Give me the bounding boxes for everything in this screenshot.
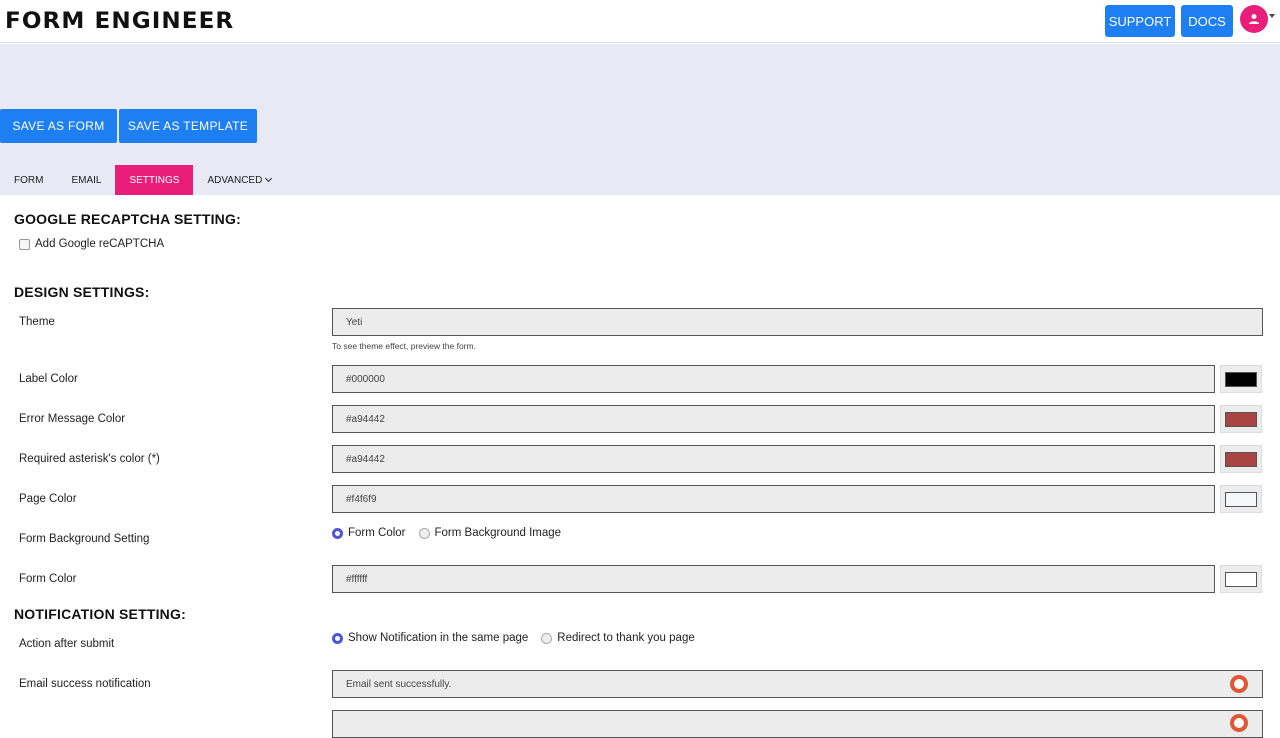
action-option-same-page-label: Show Notification in the same page [348,632,529,644]
form-color-picker[interactable] [1220,565,1262,593]
action-after-submit-radio-group: Show Notification in the same page Redir… [332,632,708,644]
action-option-redirect[interactable]: Redirect to thank you page [541,632,695,644]
next-notification-input[interactable] [332,710,1263,738]
background-setting-label: Form Background Setting [19,533,150,545]
save-as-template-button[interactable]: SAVE AS TEMPLATE [119,109,257,143]
action-option-same-page[interactable]: Show Notification in the same page [332,632,528,644]
label-color-swatch [1225,371,1257,387]
theme-label: Theme [19,316,55,328]
asterisk-color-swatch [1225,451,1257,467]
user-menu-caret-icon[interactable] [1269,14,1275,18]
tab-advanced-label: ADVANCED [207,174,263,186]
asterisk-color-picker[interactable] [1220,445,1262,473]
recaptcha-section-title: GOOGLE RECAPTCHA SETTING: [14,211,241,227]
radio-selected[interactable] [332,527,343,539]
background-option-image-label: Form Background Image [434,527,562,539]
background-option-form-color[interactable]: Form Color [332,527,406,539]
error-color-input[interactable]: #a94442 [332,405,1215,433]
tab-settings[interactable]: SETTINGS [115,165,194,195]
success-notification-input[interactable]: Email sent successfully. [332,670,1263,698]
action-after-submit-label: Action after submit [19,638,115,650]
tab-bar: FORM EMAIL SETTINGS ADVANCED [0,165,285,195]
recaptcha-checkbox-label[interactable]: Add Google reCAPTCHA [35,238,164,250]
asterisk-color-input[interactable]: #a94442 [332,445,1215,473]
support-button[interactable]: SUPPORT [1105,5,1175,37]
form-color-input[interactable]: #ffffff [332,565,1215,593]
background-option-image[interactable]: Form Background Image [418,527,562,539]
page-color-input[interactable]: #f4f6f9 [332,485,1215,513]
label-color-picker[interactable] [1220,365,1262,393]
success-notification-label: Email success notification [19,678,151,690]
design-section-title: DESIGN SETTINGS: [14,284,150,300]
duckduckgo-icon[interactable] [1230,675,1248,693]
notification-section-title: NOTIFICATION SETTING: [14,606,186,622]
chevron-down-icon [265,174,273,183]
error-color-label: Error Message Color [19,413,126,425]
tab-email[interactable]: EMAIL [57,165,115,195]
error-color-swatch [1225,411,1257,427]
tab-advanced[interactable]: ADVANCED [193,165,285,195]
docs-button[interactable]: DOCS [1181,5,1233,37]
form-color-label: Form Color [19,573,77,585]
theme-select[interactable]: Yeti [332,308,1263,336]
radio-selected[interactable] [332,632,343,644]
radio-unselected[interactable] [418,527,430,539]
user-icon [1249,14,1259,24]
save-as-form-button[interactable]: SAVE AS FORM [0,109,117,143]
error-color-picker[interactable] [1220,405,1262,433]
recaptcha-checkbox[interactable] [19,239,30,250]
label-color-label: Label Color [19,373,78,385]
background-setting-radio-group: Form Color Form Background Image [332,527,574,539]
page-color-swatch [1225,491,1257,507]
page-color-picker[interactable] [1220,485,1262,513]
duckduckgo-icon[interactable] [1230,714,1248,732]
label-color-input[interactable]: #000000 [332,365,1215,393]
page-color-label: Page Color [19,493,77,505]
tab-form[interactable]: FORM [0,165,57,195]
app-logo[interactable]: FORM ENGINEER [5,9,234,34]
action-option-redirect-label: Redirect to thank you page [557,632,695,644]
background-option-form-color-label: Form Color [348,527,406,539]
asterisk-color-label: Required asterisk's color (*) [19,453,160,465]
theme-hint: To see theme effect, preview the form. [332,341,476,351]
radio-unselected[interactable] [541,632,553,644]
top-navbar: FORM ENGINEER SUPPORT DOCS [0,0,1280,43]
form-color-swatch [1225,571,1257,587]
user-avatar[interactable] [1240,5,1268,33]
